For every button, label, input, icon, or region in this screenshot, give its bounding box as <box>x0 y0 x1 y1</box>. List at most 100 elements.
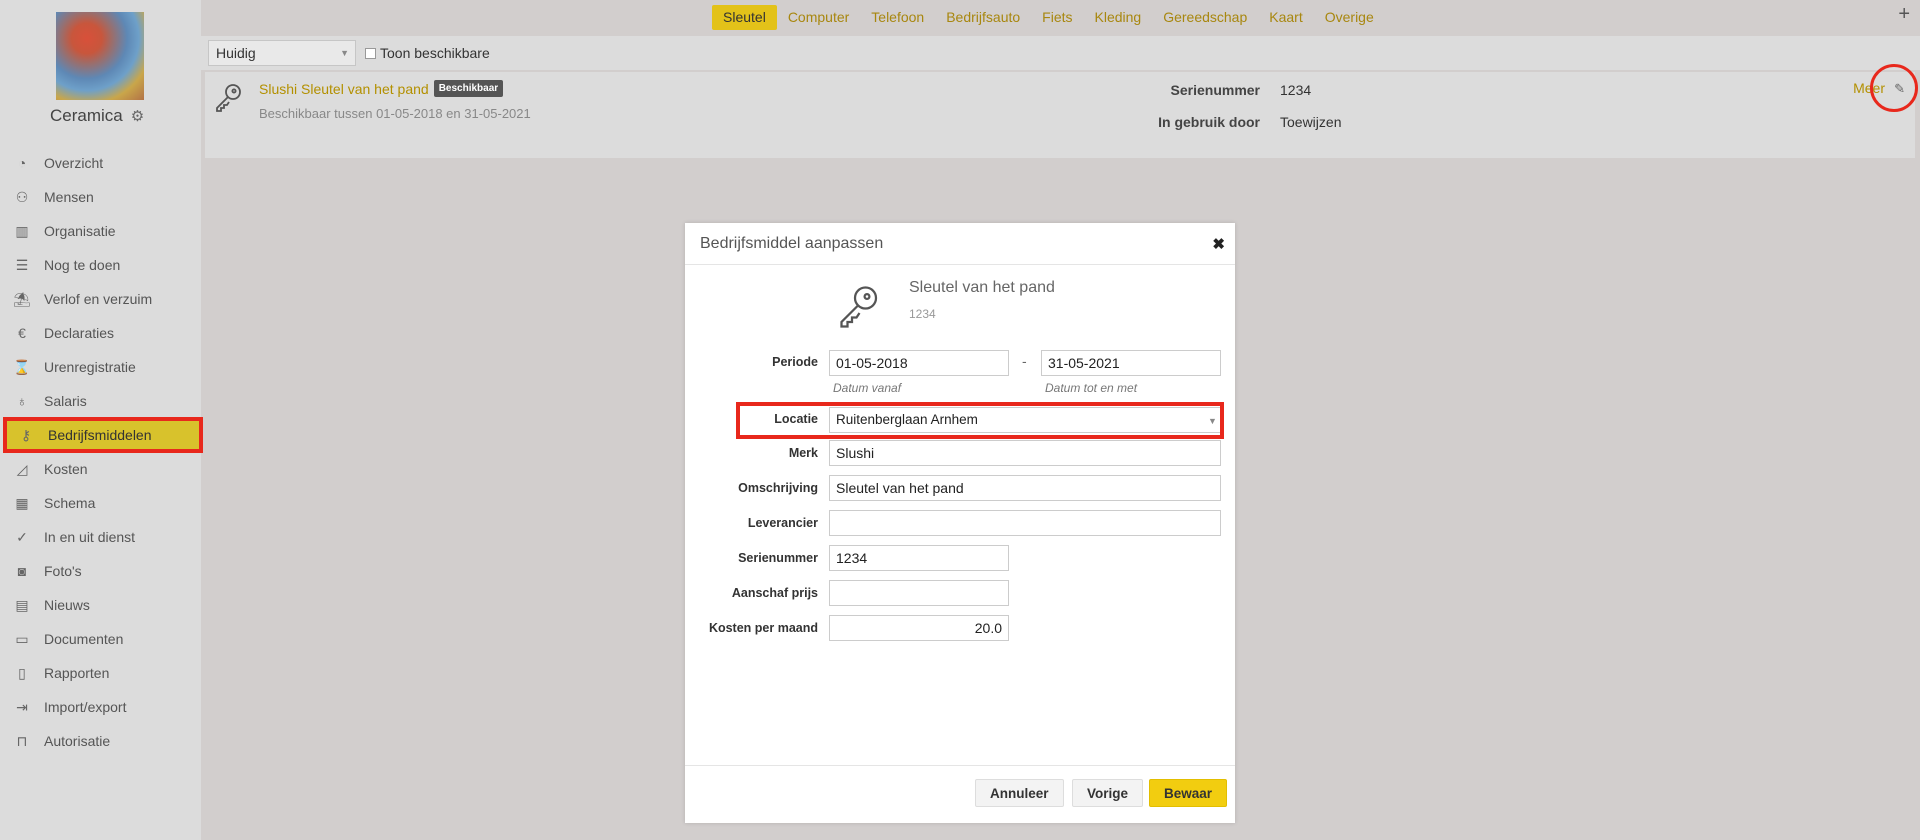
newspaper-icon: ▤ <box>15 596 29 613</box>
aanschaf-input[interactable] <box>829 580 1009 606</box>
sidebar-item-label: Declaraties <box>44 325 115 341</box>
show-available-label: Toon beschikbare <box>380 45 490 61</box>
chevron-down-icon: ▼ <box>340 48 349 58</box>
sidebar-item-nieuws[interactable]: ▤ Nieuws <box>0 588 201 622</box>
omschrijving-label: Omschrijving <box>738 481 818 495</box>
sidebar-item-declaraties[interactable]: € Declaraties <box>0 316 201 350</box>
sidebar-item-label: Organisatie <box>44 223 116 239</box>
user-check-icon: ✓ <box>16 528 28 545</box>
calendar-icon: ▦ <box>15 494 29 511</box>
sidebar-item-label: In en uit dienst <box>44 529 136 545</box>
tab-fiets[interactable]: Fiets <box>1031 5 1083 30</box>
tab-computer[interactable]: Computer <box>777 5 860 30</box>
sidebar-item-label: Schema <box>44 495 96 511</box>
camera-icon: ◙ <box>17 563 27 579</box>
hourglass-icon: ⌛ <box>13 358 31 375</box>
sidebar-item-bedrijfsmiddelen[interactable]: ⚷ Bedrijfsmiddelen <box>3 417 203 453</box>
date-from-hint: Datum vanaf <box>833 381 902 395</box>
cancel-button[interactable]: Annuleer <box>975 779 1064 807</box>
asset-title-row: Slushi Sleutel van het pand Beschikbaar <box>259 80 504 97</box>
sidebar-item-overzicht[interactable]: ◔ Overzicht <box>0 146 201 180</box>
filter-bar: Huidig ▼ Toon beschikbare <box>201 36 1920 70</box>
sidebar-item-verlof-en-verzuim[interactable]: ⛱ Verlof en verzuim <box>0 282 201 316</box>
sidebar-item-rapporten[interactable]: ▯ Rapporten <box>0 656 201 690</box>
sidebar-item-kosten[interactable]: ◿ Kosten <box>0 452 201 486</box>
sidebar-item-organisatie[interactable]: ▥ Organisatie <box>0 214 201 248</box>
close-icon[interactable]: ✖ <box>1212 235 1225 253</box>
sidebar-item-salaris[interactable]: ♁ Salaris <box>0 384 201 418</box>
pie-chart-icon: ◔ <box>17 155 27 171</box>
company-name: Ceramica <box>50 106 123 125</box>
item-number: 1234 <box>909 307 936 321</box>
sidebar-item-schema[interactable]: ▦ Schema <box>0 486 201 520</box>
asset-row: Slushi Sleutel van het pand Beschikbaar … <box>205 72 1915 158</box>
key-icon <box>213 82 243 117</box>
date-to-hint: Datum tot en met <box>1045 381 1138 395</box>
people-icon: ⚇ <box>15 188 29 205</box>
folder-icon: ▭ <box>15 630 29 647</box>
sidebar-item-urenregistratie[interactable]: ⌛ Urenregistratie <box>0 350 201 384</box>
used-by-label: In gebruik door <box>1158 114 1260 130</box>
asset-type-tabs: Sleutel Computer Telefoon Bedrijfsauto Fiets… <box>712 5 1385 30</box>
key-icon <box>833 283 883 334</box>
kosten-label: Kosten per maand <box>708 621 818 635</box>
asset-availability: Beschikbaar tussen 01-05-2018 en 31-05-2… <box>259 106 531 121</box>
sidebar-item-label: Autorisatie <box>44 733 111 749</box>
report-icon: ▯ <box>18 664 26 681</box>
serial-value: 1234 <box>1280 82 1312 98</box>
sidebar-item-mensen[interactable]: ⚇ Mensen <box>0 180 201 214</box>
sidebar-item-label: Documenten <box>44 631 124 647</box>
tab-kaart[interactable]: Kaart <box>1258 5 1313 30</box>
leverancier-input[interactable] <box>829 510 1221 536</box>
sidebar: Ceramica ⚙ ◔ Overzicht ⚇ Mensen ▥ Organisatie… <box>0 0 203 840</box>
highlight-box <box>736 402 1224 439</box>
sidebar-item-nog-te-doen[interactable]: ☰ Nog te doen <box>0 248 201 282</box>
status-badge: Beschikbaar <box>433 80 504 97</box>
merk-input[interactable]: Slushi <box>829 440 1221 466</box>
sidebar-item-in-en-uit-dienst[interactable]: ✓ In en uit dienst <box>0 520 201 554</box>
period-select-value: Huidig <box>216 45 256 61</box>
sidebar-item-foto-s[interactable]: ◙ Foto's <box>0 554 201 588</box>
sidebar-item-label: Foto's <box>44 563 82 579</box>
gear-icon[interactable]: ⚙ <box>131 107 144 125</box>
periode-label: Periode <box>772 355 818 369</box>
tab-gereedschap[interactable]: Gereedschap <box>1152 5 1258 30</box>
key-icon: ⚷ <box>20 426 32 443</box>
checkbox-icon[interactable] <box>365 47 376 59</box>
sidebar-item-label: Nog te doen <box>44 257 121 273</box>
save-button[interactable]: Bewaar <box>1149 779 1228 807</box>
leverancier-label: Leverancier <box>747 516 818 530</box>
assign-link[interactable]: Toewijzen <box>1280 114 1341 130</box>
edit-asset-modal: Bedrijfsmiddel aanpassen ✖ Sleutel van h… <box>685 223 1235 823</box>
company-logo[interactable] <box>56 12 144 100</box>
sidebar-item-documenten[interactable]: ▭ Documenten <box>0 622 201 656</box>
highlight-circle <box>1870 64 1918 112</box>
sidebar-item-import-export[interactable]: ⇥ Import/export <box>0 690 201 724</box>
previous-button[interactable]: Vorige <box>1072 779 1144 807</box>
tab-telefoon[interactable]: Telefoon <box>860 5 935 30</box>
sidebar-item-label: Nieuws <box>44 597 90 613</box>
tab-overige[interactable]: Overige <box>1314 5 1385 30</box>
sidebar-item-label: Kosten <box>44 461 88 477</box>
period-select[interactable]: Huidig ▼ <box>208 40 356 66</box>
sidebar-item-label: Mensen <box>44 189 94 205</box>
modal-title: Bedrijfsmiddel aanpassen <box>700 234 884 252</box>
building-icon: ▥ <box>15 222 29 239</box>
add-icon[interactable]: + <box>1898 3 1910 26</box>
money-bag-icon: ♁ <box>16 393 28 409</box>
show-available-checkbox[interactable]: Toon beschikbare <box>365 45 490 61</box>
kosten-input[interactable]: 20.0 <box>829 615 1009 641</box>
aanschaf-label: Aanschaf prijs <box>731 586 818 600</box>
asset-title-link[interactable]: Slushi Sleutel van het pand <box>259 81 429 97</box>
omschrijving-input[interactable]: Sleutel van het pand <box>829 475 1221 501</box>
date-to-input[interactable]: 31-05-2021 <box>1041 350 1221 376</box>
serienummer-input[interactable]: 1234 <box>829 545 1009 571</box>
tab-kleding[interactable]: Kleding <box>1084 5 1153 30</box>
sidebar-item-autorisatie[interactable]: ⊓ Autorisatie <box>0 724 201 758</box>
sidebar-item-label: Verlof en verzuim <box>44 291 153 307</box>
date-from-input[interactable]: 01-05-2018 <box>829 350 1009 376</box>
tab-sleutel[interactable]: Sleutel <box>712 5 777 30</box>
sidebar-item-label: Bedrijfsmiddelen <box>48 427 152 443</box>
import-icon: ⇥ <box>16 698 28 715</box>
tab-bedrijfsauto[interactable]: Bedrijfsauto <box>935 5 1031 30</box>
